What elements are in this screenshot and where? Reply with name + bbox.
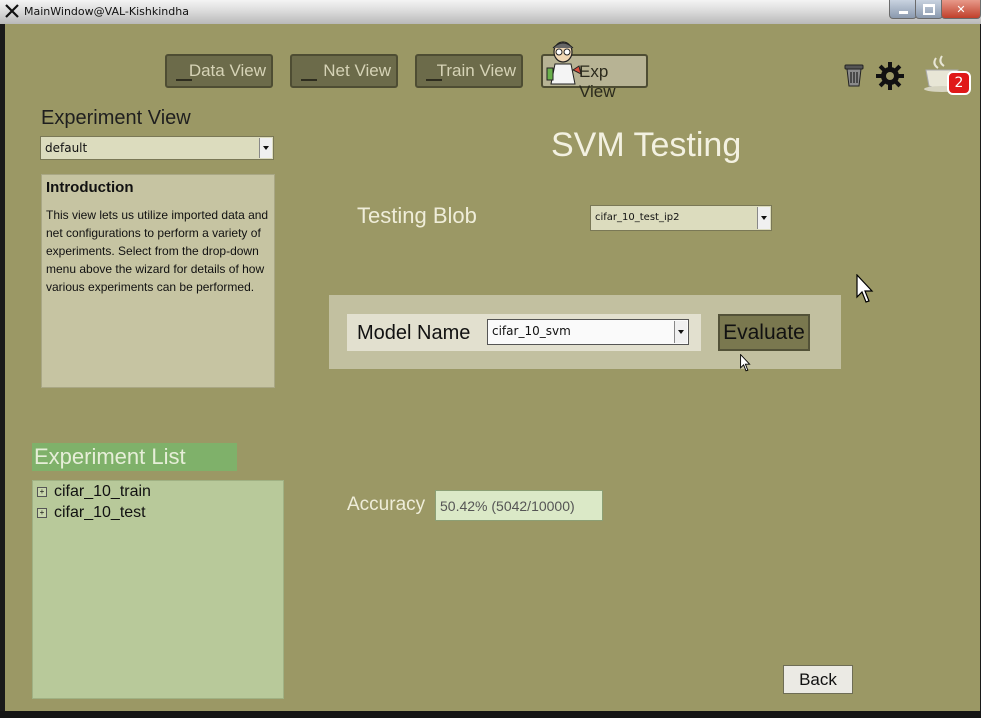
accuracy-field: 50.42% (5042/10000): [435, 490, 603, 521]
window-title: MainWindow@VAL-Kishkindha: [24, 5, 189, 18]
button-underline: [176, 79, 192, 81]
close-button[interactable]: ✕: [941, 0, 981, 19]
exp-view-button[interactable]: Exp View: [541, 41, 648, 101]
button-underline: [426, 79, 442, 81]
window-titlebar: MainWindow@VAL-Kishkindha ✕: [0, 0, 981, 24]
tree-item-label: cifar_10_train: [54, 483, 151, 500]
bottom-border: [0, 711, 981, 718]
testing-blob-label: Testing Blob: [357, 203, 477, 228]
experiment-view-select[interactable]: default: [40, 136, 274, 160]
model-name-select[interactable]: cifar_10_svm: [487, 319, 689, 345]
experiment-list-header: Experiment List: [32, 443, 237, 471]
net-view-button[interactable]: Net View: [290, 54, 398, 88]
app-x-icon: [5, 4, 19, 18]
scientist-icon: [546, 41, 582, 85]
button-underline: [301, 79, 317, 81]
tree-item-label: cifar_10_test: [54, 504, 146, 521]
maximize-icon: [923, 3, 935, 15]
data-view-button[interactable]: Data View: [165, 54, 273, 88]
model-panel: Model Name cifar_10_svm Evaluate: [329, 295, 841, 369]
exp-view-label: Exp View: [579, 62, 616, 101]
experiment-view-select-value: default: [45, 141, 88, 155]
net-view-label: Net View: [323, 61, 391, 80]
mouse-cursor-icon: [740, 354, 751, 372]
accuracy-label: Accuracy: [347, 494, 426, 515]
maximize-button[interactable]: [915, 0, 943, 19]
testing-blob-value: cifar_10_test_ip2: [595, 212, 680, 223]
model-name-label: Model Name: [357, 322, 471, 344]
close-icon: ✕: [956, 2, 966, 16]
model-name-row: Model Name cifar_10_svm: [347, 314, 701, 351]
tree-item-cifar-10-test[interactable]: + cifar_10_test: [37, 504, 146, 522]
main-window: Data View Net View Train View Exp View 2…: [5, 24, 980, 711]
evaluate-button[interactable]: Evaluate: [718, 314, 810, 351]
experiment-list-tree[interactable]: + cifar_10_train + cifar_10_test: [32, 480, 284, 699]
data-view-label: Data View: [188, 61, 266, 80]
train-view-label: Train View: [436, 61, 516, 80]
minimize-button[interactable]: [889, 0, 917, 19]
introduction-panel: Introduction This view lets us utilize i…: [41, 174, 275, 388]
train-view-button[interactable]: Train View: [415, 54, 523, 88]
introduction-text: This view lets us utilize imported data …: [46, 208, 269, 294]
mouse-cursor-icon: [856, 274, 874, 303]
tree-item-cifar-10-train[interactable]: + cifar_10_train: [37, 483, 151, 501]
chevron-down-icon: [757, 207, 770, 229]
expand-icon[interactable]: +: [37, 508, 47, 518]
trash-icon[interactable]: [843, 62, 865, 88]
chevron-down-icon: [259, 138, 272, 158]
testing-blob-select[interactable]: cifar_10_test_ip2: [590, 205, 772, 231]
model-name-value: cifar_10_svm: [492, 324, 571, 338]
gear-icon[interactable]: [875, 61, 905, 91]
expand-icon[interactable]: +: [37, 487, 47, 497]
introduction-title: Introduction: [46, 179, 134, 196]
page-title: SVM Testing: [551, 126, 742, 164]
experiment-view-label: Experiment View: [41, 107, 191, 129]
chevron-down-icon: [674, 321, 687, 343]
notification-badge[interactable]: 2: [947, 71, 971, 95]
minimize-icon: [898, 10, 908, 14]
back-button[interactable]: Back: [783, 665, 853, 694]
